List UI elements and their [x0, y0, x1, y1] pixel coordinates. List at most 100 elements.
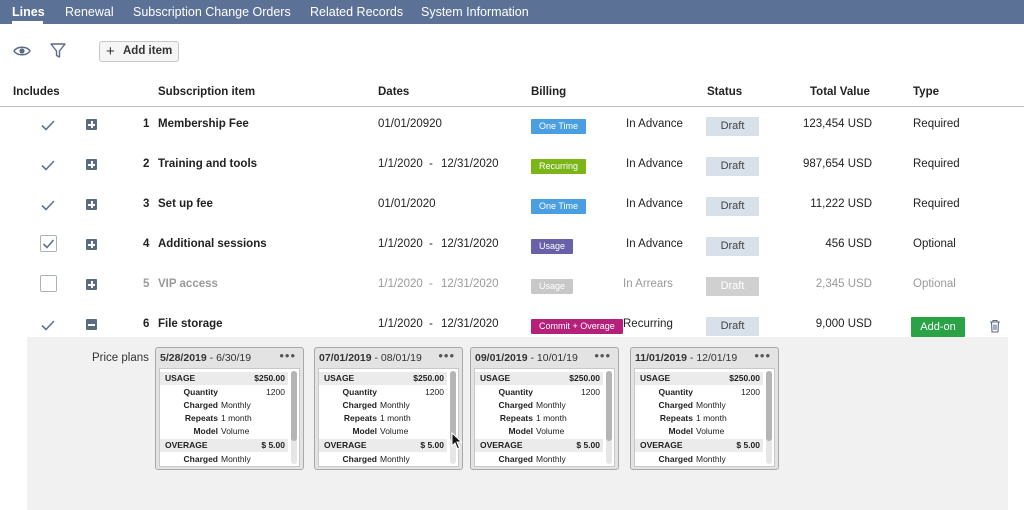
table-row[interactable]: 5 VIP access 1/1/2020-12/31/2020 Usage In Ar… [0, 270, 1024, 306]
collapse-icon[interactable] [86, 319, 97, 330]
expand-icon[interactable] [86, 239, 97, 250]
line-number: 2 [143, 158, 150, 170]
tab-related-records[interactable]: Related Records [310, 5, 403, 19]
detail-row: Repeats 1 month [499, 413, 567, 423]
start-date: 1/1/2020 [378, 318, 423, 330]
scrollbar[interactable] [450, 371, 456, 464]
price-plan-card[interactable]: 11/01/2019 - 12/01/19 ••• USAGE $250.00 Quan… [630, 347, 779, 470]
line-number: 4 [143, 238, 150, 250]
include-checkbox[interactable] [40, 235, 57, 252]
total-value: 456 USD [825, 238, 872, 250]
checkmark-icon[interactable] [40, 317, 56, 333]
overage-section: OVERAGE $ 5.00 [475, 439, 603, 452]
add-item-button[interactable]: + Add item [99, 41, 179, 62]
end-date: 12/31/2020 [441, 278, 499, 290]
usage-section: USAGE $250.00 [635, 372, 763, 385]
price-plan-card[interactable]: 07/01/2019 - 08/01/19 ••• USAGE $250.00 Quan… [314, 347, 463, 470]
date-separator: - [429, 318, 433, 330]
line-number: 1 [143, 118, 150, 130]
subscription-item-name[interactable]: File storage [158, 318, 223, 330]
scrollbar[interactable] [766, 371, 772, 464]
expand-icon[interactable] [86, 199, 97, 210]
filter-icon[interactable] [49, 42, 67, 60]
column-header-total-value[interactable]: Total Value [810, 86, 870, 98]
type-value: Required [913, 118, 960, 130]
subscription-item-name[interactable]: Training and tools [158, 158, 257, 170]
start-date: 1/1/2020 [378, 158, 423, 170]
tab-lines[interactable]: Lines [12, 5, 45, 19]
price-plan-details: USAGE $250.00 Quantity 1200 Charged Monthly Re… [159, 368, 300, 467]
billing-badge: One Time [531, 119, 587, 134]
subscription-item-name[interactable]: Membership Fee [158, 118, 249, 130]
include-checkbox[interactable] [40, 275, 57, 292]
table-row[interactable]: 3 Set up fee 01/01/2020 One Time In Advance D… [0, 190, 1024, 226]
detail-row: Charged Monthly [342, 400, 410, 410]
overage-section: OVERAGE $ 5.00 [319, 439, 447, 452]
start-date: 1/1/2020 [378, 278, 423, 290]
tab-subscription-change-orders[interactable]: Subscription Change Orders [133, 5, 291, 19]
detail-row: Model Volume [508, 426, 565, 436]
column-header-billing[interactable]: Billing [531, 86, 566, 98]
expand-icon[interactable] [86, 119, 97, 130]
status-badge: Draft [706, 317, 759, 336]
table-row[interactable]: 2 Training and tools 1/1/2020-12/31/2020 Re… [0, 150, 1024, 186]
end-date: 12/31/2020 [441, 238, 499, 250]
billing-timing: In Advance [626, 238, 683, 250]
usage-section: USAGE $250.00 [475, 372, 603, 385]
detail-row: Quantity 1200 [658, 387, 760, 397]
billing-badge: One Time [531, 199, 587, 214]
billing-timing: In Advance [626, 198, 683, 210]
status-badge: Draft [706, 197, 759, 216]
detail-row: Charged Monthly [498, 454, 566, 464]
detail-row: Model Volume [668, 426, 725, 436]
total-value: 2,345 USD [815, 278, 872, 290]
subscription-item-name[interactable]: Set up fee [158, 198, 213, 210]
price-plan-card[interactable]: 5/28/2019 - 6/30/19 ••• USAGE $250.00 Quanti… [155, 347, 304, 470]
line-number: 6 [143, 318, 150, 330]
expand-icon[interactable] [86, 279, 97, 290]
table-row[interactable]: 4 Additional sessions 1/1/2020-12/31/2020 U… [0, 230, 1024, 266]
status-badge: Draft [706, 237, 759, 256]
column-header-type[interactable]: Type [913, 86, 939, 98]
type-value: Optional [913, 238, 956, 250]
tab-renewal[interactable]: Renewal [65, 5, 114, 19]
subscription-item-name[interactable]: VIP access [158, 278, 218, 290]
expand-icon[interactable] [86, 159, 97, 170]
usage-section: USAGE $250.00 [160, 372, 288, 385]
type-value: Required [913, 198, 960, 210]
total-value: 9,000 USD [815, 318, 872, 330]
type-badge-addon[interactable]: Add-on [911, 317, 965, 337]
end-date: 12/31/2020 [441, 158, 499, 170]
column-header-subscription-item[interactable]: Subscription item [158, 86, 255, 98]
line-number: 3 [143, 198, 150, 210]
scrollbar[interactable] [606, 371, 612, 464]
checkmark-icon[interactable] [40, 157, 56, 173]
price-plan-card[interactable]: 09/01/2019 - 10/01/19 ••• USAGE $250.00 Quan… [470, 347, 619, 470]
detail-row: Model Volume [193, 426, 250, 436]
column-header-dates[interactable]: Dates [378, 86, 409, 98]
scrollbar[interactable] [291, 371, 297, 464]
eye-icon[interactable] [13, 42, 31, 60]
detail-row: Repeats 1 month [659, 413, 727, 423]
status-badge: Draft [706, 117, 759, 136]
billing-badge: Usage [531, 239, 574, 254]
detail-row: Charged Monthly [342, 454, 410, 464]
billing-timing: In Advance [626, 118, 683, 130]
more-options-icon[interactable]: ••• [754, 348, 771, 363]
checkmark-icon[interactable] [40, 197, 56, 213]
line-number: 5 [143, 278, 150, 290]
subscription-item-name[interactable]: Additional sessions [158, 238, 267, 250]
trash-icon[interactable] [989, 319, 1001, 333]
tab-bar: Lines Renewal Subscription Change Orders… [0, 0, 1024, 24]
total-value: 987,654 USD [802, 158, 872, 170]
more-options-icon[interactable]: ••• [438, 348, 455, 363]
more-options-icon[interactable]: ••• [594, 348, 611, 363]
price-plan-dates: 09/01/2019 - 10/01/19 [475, 352, 578, 364]
more-options-icon[interactable]: ••• [279, 348, 296, 363]
detail-row: Model Volume [352, 426, 409, 436]
tab-system-information[interactable]: System Information [421, 5, 529, 19]
column-header-status[interactable]: Status [707, 86, 742, 98]
price-plans-label: Price plans [92, 352, 149, 364]
checkmark-icon[interactable] [40, 117, 56, 133]
table-row[interactable]: 1 Membership Fee 01/01/20920 One Time In Adv… [0, 110, 1024, 146]
